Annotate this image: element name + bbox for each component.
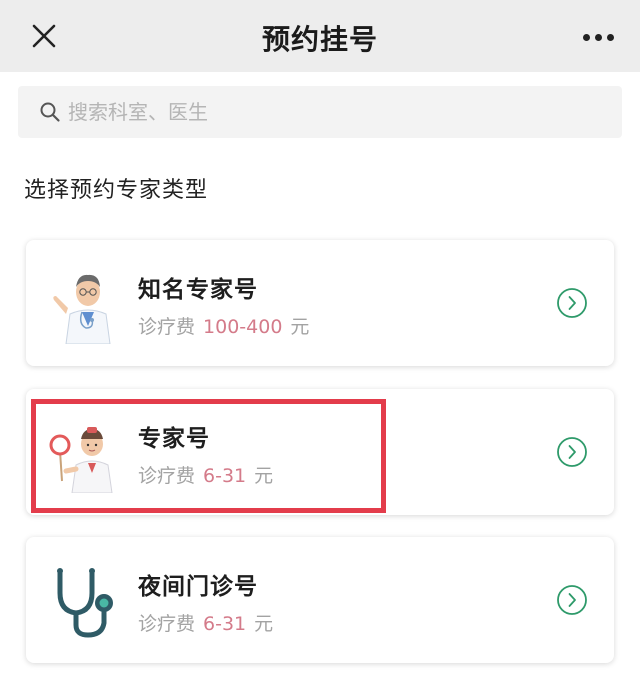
fee-amount: 100-400 [203, 316, 283, 338]
top-bar: 预约挂号 [0, 0, 640, 72]
more-dot-icon [594, 33, 602, 41]
card-fee: 诊疗费 6-31 元 [138, 461, 273, 488]
card-fee: 诊疗费 6-31 元 [138, 609, 273, 636]
card-title: 知名专家号 [138, 277, 258, 303]
more-dot-icon [606, 33, 614, 41]
chevron-right-circle-icon[interactable] [556, 287, 588, 319]
search-input[interactable] [68, 86, 608, 138]
expert-type-card-famous[interactable]: 知名专家号 诊疗费 100-400 元 [26, 240, 614, 366]
expert-type-card-night-clinic[interactable]: 夜间门诊号 诊疗费 6-31 元 [26, 537, 614, 663]
card-fee: 诊疗费 100-400 元 [138, 312, 309, 339]
fee-label: 诊疗费 [138, 465, 196, 487]
expert-type-card-standard[interactable]: 专家号 诊疗费 6-31 元 [26, 389, 614, 515]
doctor-with-sign-icon [49, 427, 113, 493]
card-title: 夜间门诊号 [138, 574, 258, 600]
fee-label: 诊疗费 [138, 613, 196, 635]
card-title: 专家号 [138, 426, 210, 452]
doctor-presenting-icon [53, 274, 111, 344]
page-title: 预约挂号 [261, 23, 378, 56]
search-icon [40, 102, 60, 122]
fee-label: 诊疗费 [138, 316, 196, 338]
chevron-right-circle-icon[interactable] [556, 584, 588, 616]
fee-unit: 元 [290, 316, 310, 338]
stethoscope-icon [57, 568, 113, 638]
more-options-button[interactable] [578, 22, 618, 52]
fee-amount: 6-31 [203, 465, 247, 487]
fee-unit: 元 [254, 465, 274, 487]
search-bar[interactable] [18, 86, 622, 138]
chevron-right-circle-icon[interactable] [556, 436, 588, 468]
fee-amount: 6-31 [203, 613, 247, 635]
section-title: 选择预约专家类型 [24, 178, 209, 203]
fee-unit: 元 [254, 613, 274, 635]
more-dot-icon [582, 33, 590, 41]
